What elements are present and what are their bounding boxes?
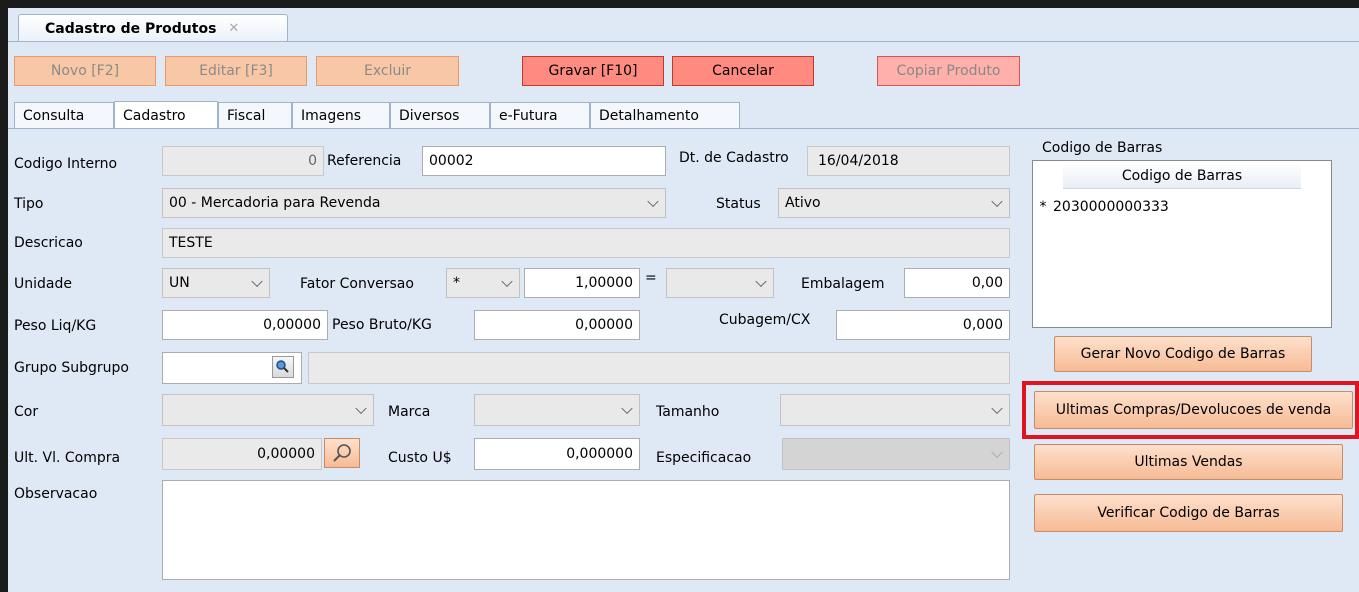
equals-label: = bbox=[645, 270, 657, 286]
document-tab[interactable]: Cadastro de Produtos ✕ bbox=[18, 14, 288, 42]
tipo-select[interactable]: 00 - Mercadoria para Revenda bbox=[162, 188, 666, 218]
tab-detalhamento[interactable]: Detalhamento bbox=[590, 102, 740, 128]
tab-label: Imagens bbox=[301, 107, 362, 124]
tipo-label: Tipo bbox=[14, 196, 44, 212]
embalagem-field[interactable]: 0,00 bbox=[904, 268, 1010, 298]
especificacao-label: Especificacao bbox=[656, 450, 752, 466]
row-marker: * bbox=[1039, 199, 1047, 215]
unidade-value: UN bbox=[169, 275, 190, 291]
barcodes-column-header[interactable]: Codigo de Barras bbox=[1063, 163, 1301, 189]
cubagem-field[interactable]: 0,000 bbox=[836, 310, 1010, 340]
novo-button[interactable]: Novo [F2] bbox=[14, 56, 156, 86]
excluir-button[interactable]: Excluir bbox=[316, 56, 459, 86]
fator-conversao-field[interactable]: 1,00000 bbox=[524, 268, 640, 298]
tab-consulta[interactable]: Consulta bbox=[14, 102, 114, 128]
tamanho-select[interactable] bbox=[780, 394, 1010, 426]
chevron-down-icon bbox=[991, 195, 1003, 208]
cor-select[interactable] bbox=[162, 394, 374, 426]
tab-cadastro[interactable]: Cadastro bbox=[114, 101, 218, 129]
chevron-down-icon bbox=[647, 195, 659, 208]
tab-imagens[interactable]: Imagens bbox=[292, 102, 390, 128]
descricao-field[interactable]: TESTE bbox=[162, 228, 1010, 258]
tab-label: Cadastro bbox=[123, 107, 186, 124]
barcodes-grid[interactable]: Codigo de Barras * 2030000000333 bbox=[1032, 160, 1332, 328]
unidade-select[interactable]: UN bbox=[162, 268, 270, 298]
status-label: Status bbox=[716, 196, 761, 212]
embalagem-label: Embalagem bbox=[801, 276, 885, 292]
close-icon[interactable]: ✕ bbox=[228, 21, 239, 36]
tab-label: e-Futura bbox=[499, 107, 558, 124]
especificacao-select[interactable] bbox=[782, 438, 1010, 470]
tipo-value: 00 - Mercadoria para Revenda bbox=[169, 195, 381, 211]
grupo-subgrupo-label: Grupo Subgrupo bbox=[14, 360, 129, 376]
fator-operator-select[interactable]: * bbox=[446, 268, 520, 298]
barcodes-column-label: Codigo de Barras bbox=[1121, 167, 1243, 184]
ult-vl-compra-field: 0,00000 bbox=[162, 438, 322, 470]
ultimas-vendas-button[interactable]: Ultimas Vendas bbox=[1034, 444, 1343, 480]
custo-us-field[interactable]: 0,000000 bbox=[474, 438, 640, 470]
tab-label: Diversos bbox=[399, 107, 460, 124]
dt-cadastro-field: 16/04/2018 bbox=[807, 146, 1010, 176]
chevron-down-icon bbox=[355, 402, 367, 415]
peso-bruto-field[interactable]: 0,00000 bbox=[474, 310, 640, 340]
search-icon[interactable] bbox=[324, 438, 360, 468]
tamanho-label: Tamanho bbox=[656, 404, 720, 420]
observacao-label: Observacao bbox=[14, 486, 98, 502]
dt-cadastro-label: Dt. de Cadastro bbox=[679, 150, 789, 166]
chevron-down-icon bbox=[621, 402, 633, 415]
codigo-interno-field[interactable]: 0 bbox=[162, 146, 324, 176]
marca-select[interactable] bbox=[474, 394, 640, 426]
grupo-subgrupo-description bbox=[308, 352, 1010, 384]
unidade-label: Unidade bbox=[14, 276, 72, 292]
tab-diversos[interactable]: Diversos bbox=[390, 102, 490, 128]
custo-us-label: Custo U$ bbox=[388, 450, 452, 466]
codigo-interno-label: Codigo Interno bbox=[14, 156, 118, 172]
cor-label: Cor bbox=[14, 404, 39, 420]
tab-label: Consulta bbox=[23, 107, 85, 124]
barcode-value: 2030000000333 bbox=[1053, 199, 1169, 215]
gerar-codigo-button[interactable]: Gerar Novo Codigo de Barras bbox=[1054, 336, 1312, 372]
chevron-down-icon bbox=[991, 402, 1003, 415]
chevron-down-icon bbox=[755, 275, 767, 288]
tab-fiscal[interactable]: Fiscal bbox=[218, 102, 292, 128]
cubagem-label: Cubagem/CX bbox=[719, 312, 811, 328]
status-select[interactable]: Ativo bbox=[778, 188, 1010, 218]
fator-target-select[interactable] bbox=[666, 268, 774, 298]
tab-label: Detalhamento bbox=[599, 107, 699, 124]
table-row[interactable]: * 2030000000333 bbox=[1033, 195, 1303, 219]
chevron-down-icon bbox=[501, 275, 513, 288]
gravar-button[interactable]: Gravar [F10] bbox=[522, 56, 664, 86]
copiar-produto-button[interactable]: Copiar Produto bbox=[877, 56, 1020, 86]
tab-strip-line bbox=[8, 41, 1359, 42]
chevron-down-icon bbox=[251, 275, 263, 288]
descricao-label: Descricao bbox=[14, 235, 83, 251]
cancelar-button[interactable]: Cancelar bbox=[672, 56, 814, 86]
peso-bruto-label: Peso Bruto/KG bbox=[332, 317, 432, 333]
tab-content-border bbox=[8, 128, 1359, 129]
ultimas-compras-button[interactable]: Ultimas Compras/Devolucoes de venda bbox=[1034, 391, 1353, 429]
status-value: Ativo bbox=[785, 195, 821, 211]
marca-label: Marca bbox=[388, 404, 431, 420]
chevron-down-icon bbox=[991, 446, 1003, 459]
peso-liq-field[interactable]: 0,00000 bbox=[162, 310, 328, 340]
document-tab-title: Cadastro de Produtos bbox=[45, 20, 217, 37]
observacao-textarea[interactable] bbox=[162, 480, 1010, 580]
tab-e-futura[interactable]: e-Futura bbox=[490, 102, 590, 128]
referencia-label: Referencia bbox=[327, 153, 402, 169]
referencia-field[interactable]: 00002 bbox=[422, 146, 666, 176]
ult-vl-compra-label: Ult. Vl. Compra bbox=[14, 450, 121, 466]
fator-conversao-label: Fator Conversao bbox=[300, 276, 414, 292]
verificar-codigo-button[interactable]: Verificar Codigo de Barras bbox=[1034, 494, 1343, 532]
peso-liq-label: Peso Liq/KG bbox=[14, 318, 97, 334]
fator-operator-value: * bbox=[453, 275, 460, 291]
editar-button[interactable]: Editar [F3] bbox=[165, 56, 307, 86]
barcodes-title: Codigo de Barras bbox=[1042, 140, 1163, 156]
lookup-icon[interactable] bbox=[272, 356, 294, 378]
tab-label: Fiscal bbox=[227, 107, 266, 124]
